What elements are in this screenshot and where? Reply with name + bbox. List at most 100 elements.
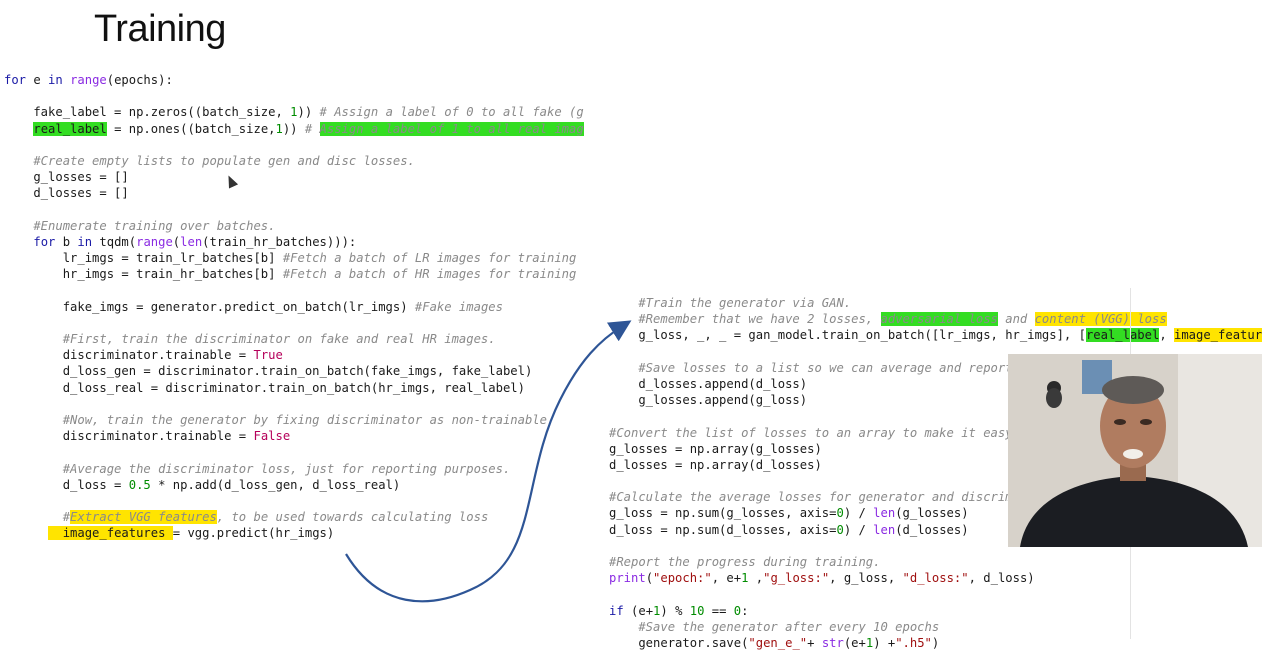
code-line: hr_imgs = train_hr_batches[b] #Fetch a b… [4,266,584,282]
code-token: e [26,73,49,87]
highlighted-code-token: real_label [1085,328,1160,343]
code-token: len [873,522,896,537]
code-token: lr_imgs = train_lr_batches[b] [4,251,283,266]
code-line: print("epoch:", e+1 ,"g_loss:", g_loss, … [609,570,1262,586]
code-token: discriminator.trainable = [4,429,254,444]
code-token: (e+ [623,603,654,618]
code-token: 0.5 [128,477,151,492]
code-token: len [873,506,896,521]
code-token: str [821,635,844,650]
code-token: hr_imgs = train_hr_batches[b] [4,267,283,282]
code-token: (e+ [843,635,866,650]
code-token: ( [645,571,654,586]
code-token: #Save the generator after every 10 epoch… [609,619,940,634]
code-token: ) / [843,506,874,521]
code-token: "d_loss:" [902,571,969,586]
code-token: #Fake images [414,299,503,314]
code-token: d_losses = np.array(d_losses) [609,457,822,472]
code-token: g_loss, _, _ = gan_model.train_on_batch(… [609,328,1086,343]
code-token: #Remember that we have 2 losses, [609,312,881,327]
highlighted-code-token: content (VGG) loss [1034,312,1167,327]
code-token: tqdm( [92,234,137,249]
code-token: , g_loss, [829,571,903,586]
code-token: = vgg.predict(hr_imgs) [172,526,335,541]
code-line: discriminator.trainable = True [4,347,584,363]
code-token: = np.ones((batch_size, [106,121,276,136]
code-token: True [253,348,283,363]
code-token: 0 [836,506,844,521]
code-token: g_loss = np.sum(g_losses, axis= [609,506,837,521]
highlighted-code-token: image_features [48,526,173,541]
code-line: #Create empty lists to populate gen and … [4,153,584,169]
code-line: image_features = vgg.predict(hr_imgs) [4,525,584,541]
code-token: ".h5" [895,635,932,650]
code-token: #Fetch a batch of HR images for training [282,267,577,282]
code-token: d_loss_real = discriminator.train_on_bat… [4,380,525,395]
code-token: ) / [843,522,874,537]
code-token: for [33,234,56,249]
code-token: discriminator.trainable = [4,348,254,363]
code-token: "gen_e_" [748,635,808,650]
code-token: 0 [836,522,844,537]
code-line: #Remember that we have 2 losses, adversa… [609,311,1262,327]
highlighted-code-token: real_label [33,121,107,136]
code-line: g_loss, _, _ = gan_model.train_on_batch(… [609,327,1262,343]
highlighted-code-token: image_features [1174,328,1262,343]
code-line: #Enumerate training over batches. [4,218,584,234]
code-line: #Report the progress during training. [609,554,1262,570]
code-line: d_loss_gen = discriminator.train_on_batc… [4,363,584,379]
code-token: (g_losses) [895,506,969,521]
code-token: 1 [290,105,298,120]
code-line: #Now, train the generator by fixing disc… [4,412,584,428]
code-token: * np.add(d_loss_gen, d_loss_real) [150,477,401,492]
code-token: #Train the generator via GAN. [609,296,852,310]
slide-title: Training [94,8,226,50]
code-token: , d_loss) [968,571,1035,586]
code-line: if (e+1) % 10 == 0: [609,603,1262,619]
code-token: #Convert the list of losses to an array … [609,425,1035,440]
code-token: "epoch:" [653,571,712,586]
code-token: d_loss_gen = discriminator.train_on_batc… [4,364,533,379]
code-token: g_losses.append(g_loss) [609,393,808,408]
code-token: #Enumerate training over batches. [4,218,276,233]
code-token: "g_loss:" [763,571,830,586]
code-token: fake_label = np.zeros((batch_size, [4,105,291,120]
code-line: #First, train the discriminator on fake … [4,331,584,347]
code-token: #Now, train the generator by fixing disc… [4,412,547,427]
code-token: if [609,603,624,618]
code-token: , e+ [711,571,742,586]
code-line: g_losses = [] [4,169,584,185]
code-token: ) % [660,603,690,618]
code-token: == [704,603,734,618]
code-token: False [253,429,291,444]
code-token: g_losses = [] [4,170,129,185]
code-token: 10 [689,603,705,618]
code-line: d_loss_real = discriminator.train_on_bat… [4,380,584,396]
code-token: g_losses = np.array(g_losses) [609,441,822,456]
code-token: #First, train the discriminator on fake … [4,332,496,346]
code-token: , [1159,328,1174,343]
highlighted-code-token: Extract VGG features [70,510,217,525]
code-token: #Report the progress during training. [609,555,881,569]
code-token: 1 [275,121,283,136]
code-token: , to be used towards calculating loss [216,510,489,525]
code-token: in [77,234,93,249]
code-line: generator.save("gen_e_"+ str(e+1) +".h5"… [609,635,1262,651]
code-token: range [136,234,173,249]
code-line: #Average the discriminator loss, just fo… [4,461,584,477]
code-token: (train_hr_batches))): [202,234,357,249]
code-token: #Calculate the average losses for genera… [609,490,1035,505]
code-token: print [609,571,646,586]
code-line: real_label = np.ones((batch_size,1)) # A… [4,121,584,137]
code-token: # Assign a label of 0 to all fake (g [319,105,584,120]
